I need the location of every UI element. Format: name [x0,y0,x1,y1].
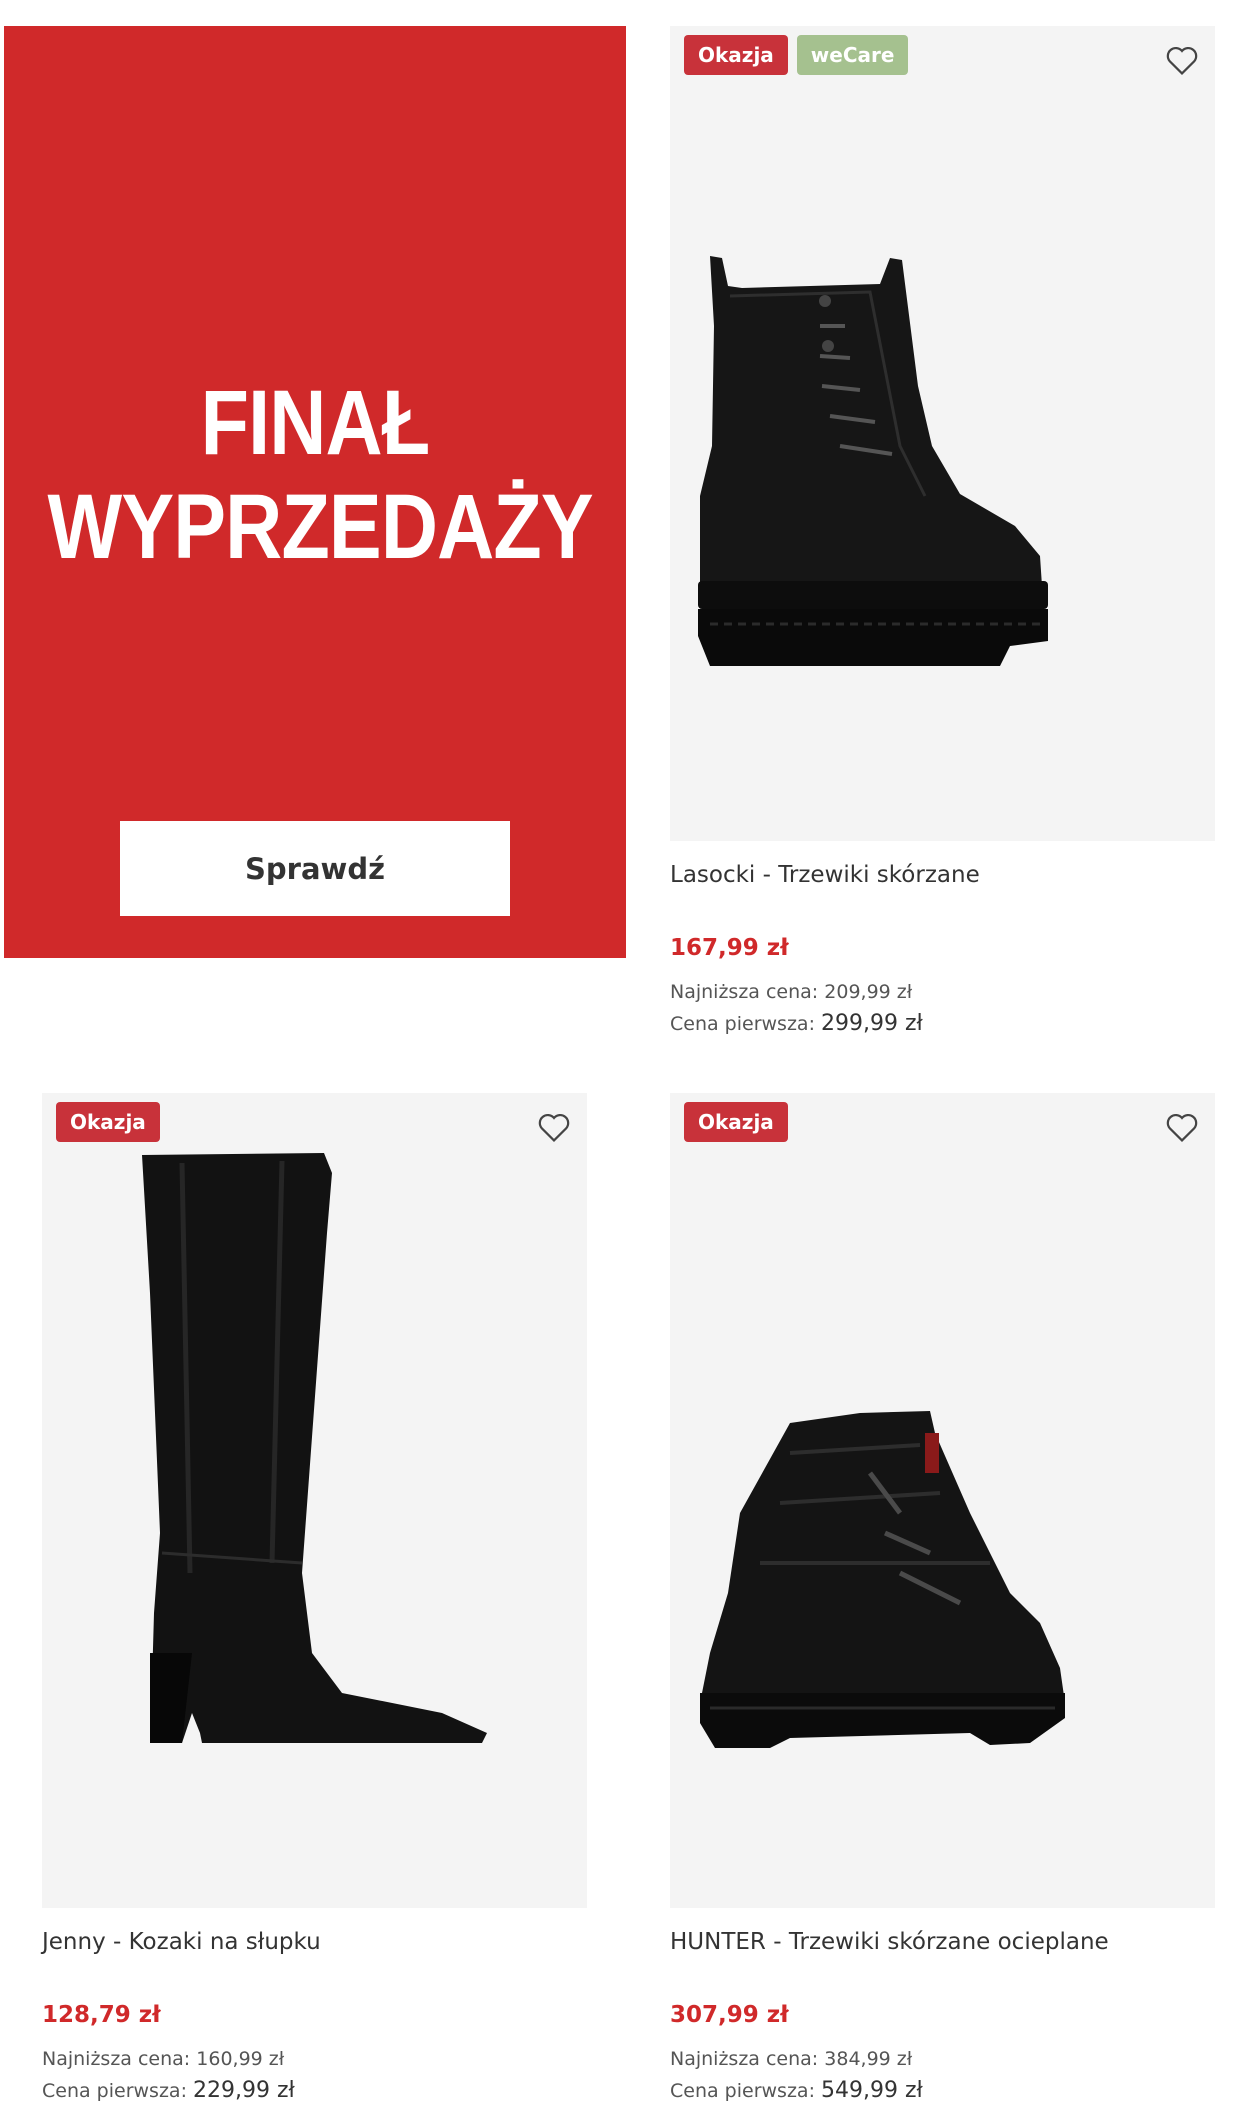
product-card[interactable]: Okazja weCare Lasocki - Trzewiki skórzan… [670,26,1215,1040]
badge-okazja: Okazja [684,35,788,75]
knee-high-boot-image [142,1153,487,1743]
product-card[interactable]: Okazja HUNTER - Trzewiki skórzane ociepl… [670,1093,1215,2107]
promo-title: FINAŁ WYPRZEDAŻY [47,371,594,579]
promo-title-line1: FINAŁ [200,372,430,474]
add-to-favorites-button[interactable] [1161,1107,1203,1149]
price-history: Najniższa cena: 160,99 zł Cena pierwsza:… [42,2044,587,2107]
lowest-price-label: Najniższa cena: [42,2048,191,2070]
hiking-boot-image [700,1411,1065,1748]
price-history: Najniższa cena: 209,99 zł Cena pierwsza:… [670,977,1215,1040]
product-image[interactable]: Okazja [670,1093,1215,1908]
lowest-price-label: Najniższa cena: [670,981,819,1003]
add-to-favorites-button[interactable] [533,1107,575,1149]
promo-title-line2: WYPRZEDAŻY [47,476,594,578]
product-price: 128,79 zł [42,2002,161,2028]
combat-boot-image [698,256,1048,666]
add-to-favorites-button[interactable] [1161,40,1203,82]
first-price-label: Cena pierwsza: [42,2080,187,2102]
heart-outline-icon [1166,1113,1198,1142]
first-price-label: Cena pierwsza: [670,1013,815,1035]
first-price-value: 229,99 zł [193,2078,295,2103]
price-history: Najniższa cena: 384,99 zł Cena pierwsza:… [670,2044,1215,2107]
product-image[interactable]: Okazja [42,1093,587,1908]
product-name[interactable]: Lasocki - Trzewiki skórzane [670,861,1215,889]
badge-group: Okazja weCare [684,35,909,75]
product-price: 307,99 zł [670,2002,789,2028]
lowest-price-value: 160,99 zł [196,2048,285,2070]
product-image[interactable]: Okazja weCare [670,26,1215,841]
first-price-value: 299,99 zł [821,1011,923,1036]
badge-group: Okazja [56,1102,160,1142]
lowest-price-label: Najniższa cena: [670,2048,819,2070]
promo-check-button[interactable]: Sprawdź [120,821,510,916]
promo-banner[interactable]: FINAŁ WYPRZEDAŻY Sprawdź [4,26,626,958]
badge-okazja: Okazja [684,1102,788,1142]
lowest-price-value: 384,99 zł [824,2048,913,2070]
badge-group: Okazja [684,1102,788,1142]
product-price: 167,99 zł [670,935,789,961]
product-card[interactable]: Okazja Jenny - Kozaki na słupku 128,79 z… [42,1093,587,2107]
heart-outline-icon [538,1113,570,1142]
badge-wecare: weCare [796,35,909,75]
product-name[interactable]: HUNTER - Trzewiki skórzane ocieplane [670,1928,1215,1956]
first-price-label: Cena pierwsza: [670,2080,815,2102]
first-price-value: 549,99 zł [821,2078,923,2103]
heart-outline-icon [1166,46,1198,75]
product-name[interactable]: Jenny - Kozaki na słupku [42,1928,587,1956]
badge-okazja: Okazja [56,1102,160,1142]
lowest-price-value: 209,99 zł [824,981,913,1003]
